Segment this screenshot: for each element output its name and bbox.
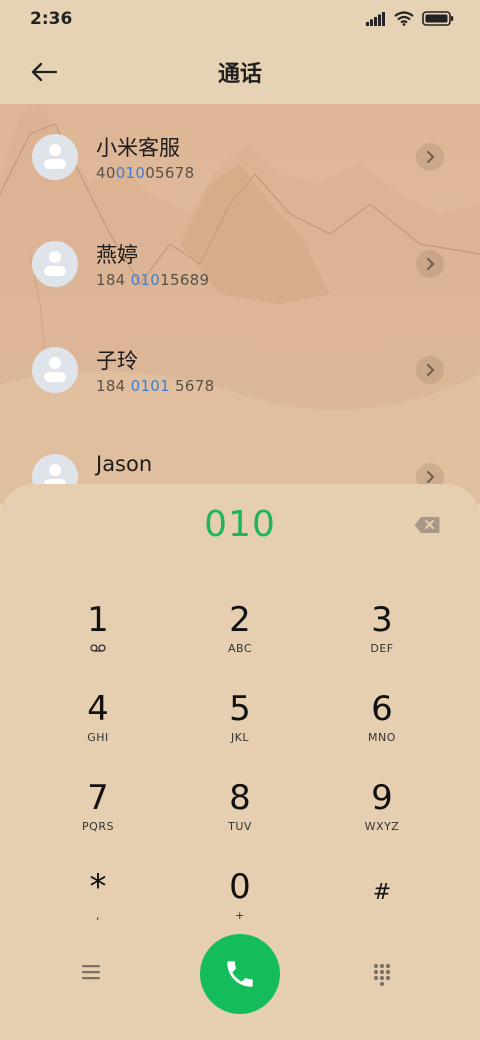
wifi-icon (394, 11, 414, 26)
key-2[interactable]: 2 ABC (180, 600, 300, 680)
key-digit: 8 (229, 778, 251, 818)
menu-icon (82, 965, 100, 980)
avatar (32, 241, 78, 287)
keypad-toggle-button[interactable] (372, 962, 394, 988)
key-letters: GHI (87, 731, 109, 744)
key-letters: PQRS (82, 820, 114, 833)
contact-list: 小米客服 4001005678 燕婷 184 01015689 子玲 184 0… (0, 104, 480, 504)
status-bar: 2:36 (0, 0, 480, 40)
chevron-right-icon (427, 471, 435, 483)
key-digit: 5 (229, 689, 251, 729)
header: 通话 (0, 40, 480, 104)
menu-button[interactable] (82, 964, 110, 988)
key-1[interactable]: 1 (38, 600, 158, 680)
contact-name: Jason (96, 452, 153, 476)
contact-name: 小米客服 (96, 136, 180, 160)
avatar (32, 347, 78, 393)
key-6[interactable]: 6 MNO (322, 689, 442, 769)
backspace-icon (414, 517, 440, 533)
key-digit: 9 (371, 778, 393, 818)
key-letters (38, 642, 158, 656)
avatar (32, 134, 78, 180)
contact-name: 子玲 (96, 349, 138, 373)
key-digit: 4 (87, 689, 109, 729)
chevron-right-icon (427, 364, 435, 376)
chevron-right-icon (427, 151, 435, 163)
contact-details-button[interactable] (416, 250, 444, 278)
key-digit: 1 (87, 600, 109, 640)
chevron-right-icon (427, 258, 435, 270)
signal-icon (366, 11, 385, 26)
status-icons (366, 11, 454, 26)
key-digit: 7 (87, 778, 109, 818)
dialer-panel: 010 1 2 ABC 3 DEF 4 GHI 5 JKL 6 MNO 7 PQ… (0, 484, 480, 1040)
key-8[interactable]: 8 TUV (180, 778, 300, 858)
keypad-icon (373, 963, 391, 987)
key-letters: JKL (230, 731, 250, 744)
key-digit: * (89, 867, 107, 907)
key-9[interactable]: 9 WXYZ (322, 778, 442, 858)
key-digit: 6 (371, 689, 393, 729)
key-letters: + (235, 909, 245, 922)
dialed-number[interactable]: 010 (0, 504, 480, 545)
list-item[interactable]: 子玲 184 0101 5678 (0, 347, 480, 437)
phone-icon (227, 961, 253, 987)
key-letters: ABC (227, 642, 253, 655)
key-letters: TUV (228, 820, 252, 833)
contact-number: 184 01015689 (96, 271, 210, 289)
status-time: 2:36 (30, 9, 73, 29)
key-letters: , (96, 909, 100, 922)
contact-details-button[interactable] (416, 143, 444, 171)
key-letters: WXYZ (364, 820, 400, 833)
contact-name: 燕婷 (96, 243, 138, 267)
bottom-action-bar (0, 934, 480, 1016)
list-item[interactable]: 燕婷 184 01015689 (0, 241, 480, 331)
key-digit: 3 (371, 600, 393, 640)
contact-number: 184 0101 5678 (96, 377, 215, 395)
key-digit: 2 (229, 600, 251, 640)
list-item[interactable]: 小米客服 4001005678 (0, 134, 480, 224)
key-letters: DEF (370, 642, 394, 655)
battery-icon (422, 11, 454, 26)
key-3[interactable]: 3 DEF (322, 600, 442, 680)
key-letters: MNO (368, 731, 396, 744)
key-5[interactable]: 5 JKL (180, 689, 300, 769)
call-button[interactable] (200, 934, 280, 1014)
key-digit: # (372, 880, 392, 905)
key-4[interactable]: 4 GHI (38, 689, 158, 769)
backspace-button[interactable] (414, 516, 440, 534)
contact-number: 4001005678 (96, 164, 195, 182)
page-title: 通话 (217, 62, 262, 87)
voicemail-icon (90, 644, 106, 652)
key-digit: 0 (229, 867, 251, 907)
key-7[interactable]: 7 PQRS (38, 778, 158, 858)
contact-details-button[interactable] (416, 356, 444, 384)
